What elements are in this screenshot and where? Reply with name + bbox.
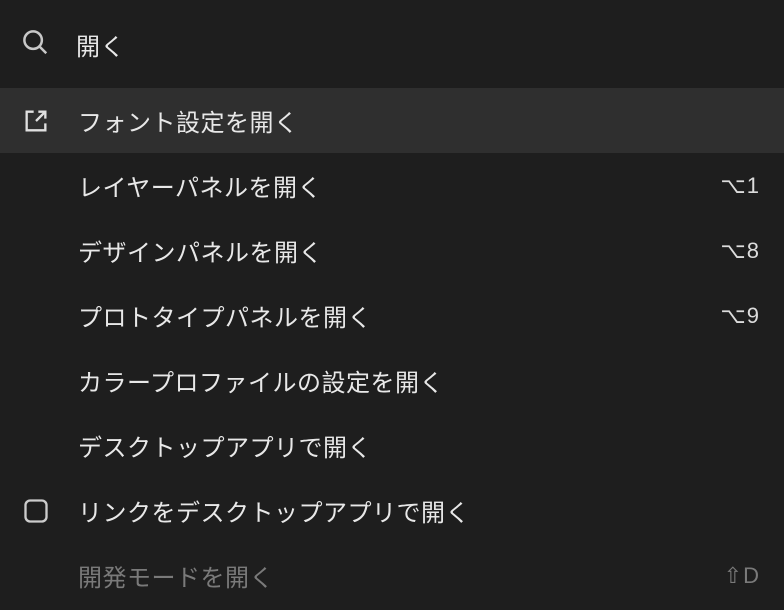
search-input[interactable]: [76, 30, 764, 58]
icon-spacer: [20, 365, 52, 397]
menu-item-label: デスクトップアプリで開く: [78, 428, 734, 463]
menu-item-font-settings[interactable]: フォント設定を開く: [0, 88, 784, 153]
search-icon: [20, 27, 50, 62]
menu-item-open-desktop[interactable]: デスクトップアプリで開く: [0, 413, 784, 478]
icon-spacer: [20, 430, 52, 462]
menu-item-label: 開発モードを開く: [78, 558, 698, 593]
menu-item-prototype-panel[interactable]: プロトタイプパネルを開く ⌥9: [0, 283, 784, 348]
checkbox-icon: [20, 495, 52, 527]
external-link-icon: [20, 105, 52, 137]
menu-list: フォント設定を開く レイヤーパネルを開く ⌥1 デザインパネルを開く ⌥8 プロ…: [0, 88, 784, 608]
icon-spacer: [20, 170, 52, 202]
menu-item-label: プロトタイプパネルを開く: [78, 298, 694, 333]
menu-item-label: デザインパネルを開く: [78, 233, 694, 268]
icon-spacer: [20, 560, 52, 592]
menu-item-label: レイヤーパネルを開く: [78, 168, 694, 203]
menu-item-color-profile[interactable]: カラープロファイルの設定を開く: [0, 348, 784, 413]
menu-item-shortcut: ⇧D: [724, 563, 760, 589]
icon-spacer: [20, 235, 52, 267]
search-row: [0, 0, 784, 88]
menu-item-shortcut: ⌥9: [720, 303, 760, 329]
menu-item-label: フォント設定を開く: [78, 103, 734, 138]
menu-item-design-panel[interactable]: デザインパネルを開く ⌥8: [0, 218, 784, 283]
menu-item-shortcut: ⌥1: [720, 173, 760, 199]
menu-item-layers-panel[interactable]: レイヤーパネルを開く ⌥1: [0, 153, 784, 218]
menu-item-label: リンクをデスクトップアプリで開く: [78, 493, 734, 528]
icon-spacer: [20, 300, 52, 332]
menu-item-label: カラープロファイルの設定を開く: [78, 363, 734, 398]
menu-item-shortcut: ⌥8: [720, 238, 760, 264]
menu-item-links-desktop[interactable]: リンクをデスクトップアプリで開く: [0, 478, 784, 543]
menu-item-dev-mode[interactable]: 開発モードを開く ⇧D: [0, 543, 784, 608]
